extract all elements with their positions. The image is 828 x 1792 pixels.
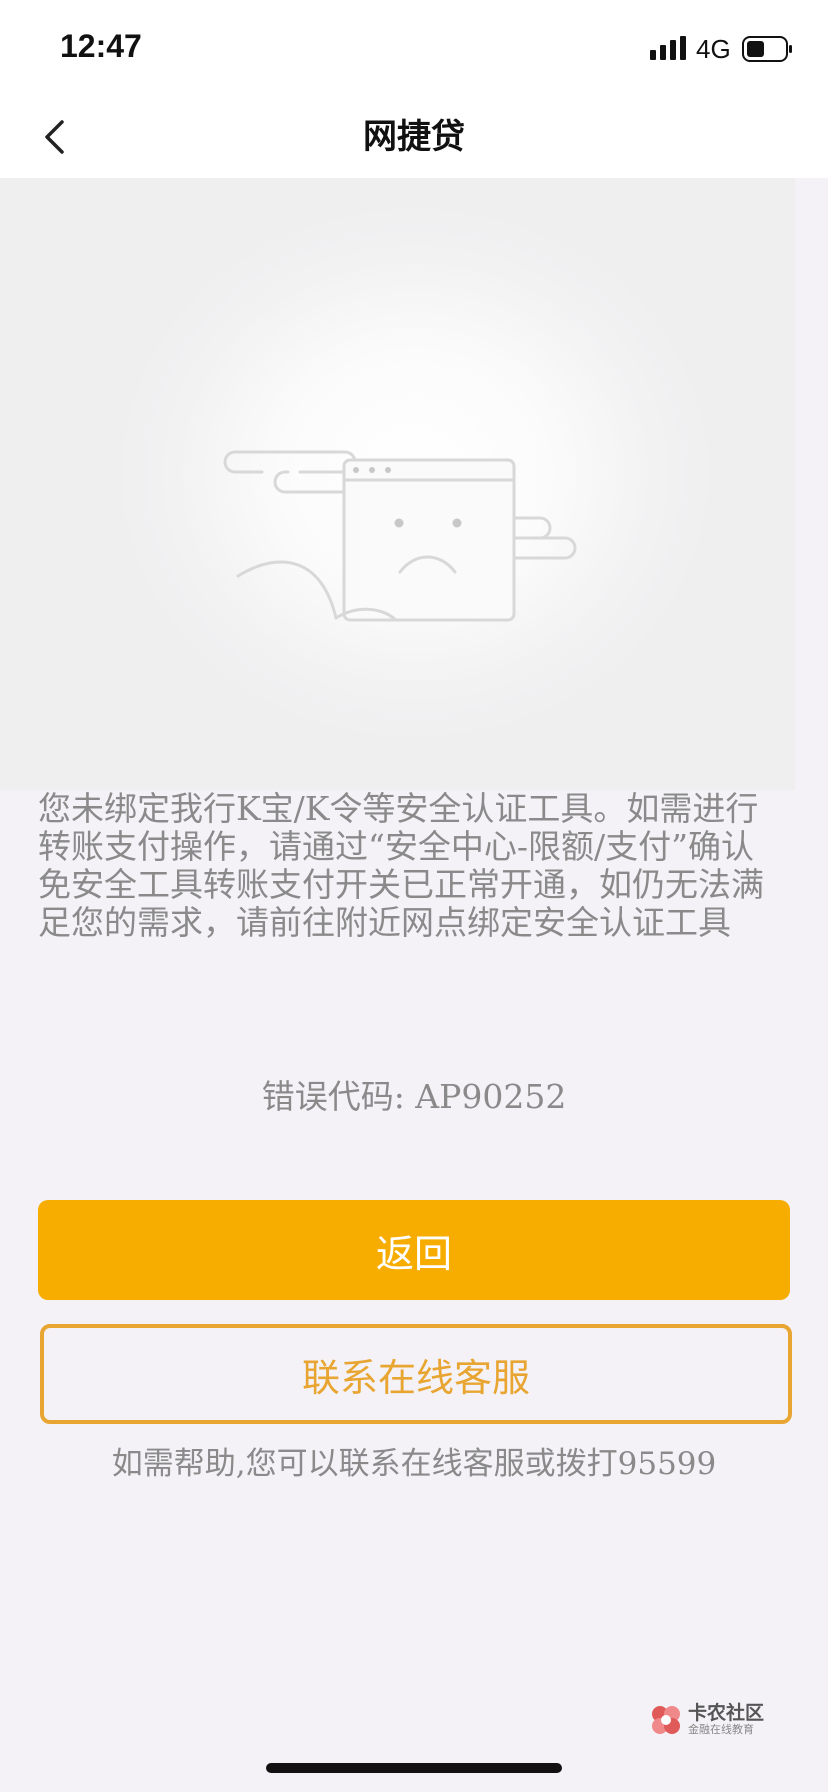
message-line: 足您的需求，请前往附近网点绑定安全认证工具 [38,903,731,942]
contact-button-label: 联系在线客服 [301,1355,530,1400]
contact-online-service-button[interactable]: 联系在线客服 [40,1324,792,1424]
status-time: 12:47 [60,28,142,64]
return-button[interactable]: 返回 [38,1200,790,1300]
signal-icon [650,36,686,60]
sad-browser-window-icon [223,450,577,622]
message-line: 转账支付操作，请通过“安全中心-限额/支付”确认 [38,827,755,866]
page-title: 网捷贷 [363,117,465,157]
network-type: 4G [696,34,731,64]
return-button-label: 返回 [375,1231,452,1276]
watermark-title: 卡农社区 [688,1702,765,1724]
home-indicator[interactable] [266,1763,562,1773]
message-line: 免安全工具转账支付开关已正常开通，如仍无法满 [38,865,764,904]
nav-bar: 网捷贷 [0,100,828,178]
watermark-subtitle: 金融在线教育 [688,1723,754,1736]
battery-icon [742,36,792,62]
error-illustration [0,178,795,790]
error-message: 您未绑定我行K宝/K令等安全认证工具。如需进行 转账支付操作，请通过“安全中心-… [38,790,798,942]
message-line: 您未绑定我行K宝/K令等安全认证工具。如需进行 [38,789,759,828]
status-bar: 12:47 4G [0,0,828,100]
watermark: 卡农社区 金融在线教育 [648,1700,768,1740]
watermark-logo-icon [652,1706,680,1734]
help-text: 如需帮助,您可以联系在线客服或拨打95599 [111,1446,717,1482]
error-code: 错误代码: AP90252 [261,1077,567,1116]
